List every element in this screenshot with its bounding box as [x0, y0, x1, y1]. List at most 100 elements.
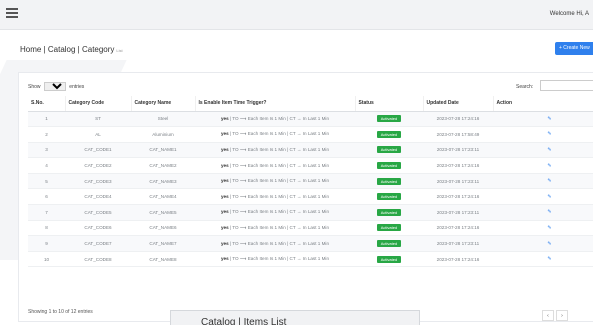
cell-trigger: yes | TO ⟶ Each Item Is 1 Min | CT → In …	[195, 188, 355, 206]
entries-select[interactable]: 10	[43, 82, 66, 91]
cell-status: Activated	[355, 126, 423, 143]
trigger-detail: | TO ⟶ Each Item Is 1 Min | CT → In Last…	[228, 146, 330, 152]
cell-status: Activated	[355, 235, 423, 252]
edit-icon[interactable]: ✎	[547, 116, 551, 122]
trigger-yes: yes	[220, 193, 229, 199]
welcome-text: Welcome Hi, A	[549, 11, 589, 17]
show-prefix: Show	[28, 84, 41, 90]
category-table: S.No. Category Code Category Name Is Ena…	[28, 96, 593, 268]
header-status[interactable]: Status	[355, 96, 424, 112]
header-sno[interactable]: S.No.	[28, 96, 66, 112]
table-row: 8 CAT_CODE6 CAT_NAME6 yes | TO ⟶ Each It…	[28, 220, 593, 237]
show-suffix: entries	[69, 84, 85, 90]
status-badge: Activated	[376, 162, 402, 170]
cell-trigger: yes | TO ⟶ Each Item Is 1 Min | CT → In …	[195, 157, 355, 174]
pagination: ‹ ›	[540, 304, 568, 322]
cell-sno: 4	[28, 157, 65, 174]
cell-action: ✎	[493, 142, 593, 159]
cell-date: 2023-07-28 17:24:16	[423, 251, 493, 268]
cell-action: ✎	[493, 188, 593, 206]
cell-sno: 5	[28, 173, 65, 190]
cell-sno: 3	[28, 142, 65, 159]
edit-icon[interactable]: ✎	[547, 256, 551, 262]
cell-status: Activated	[355, 142, 423, 159]
search-input[interactable]	[540, 80, 593, 91]
hamburger-menu-icon[interactable]	[6, 8, 18, 18]
cell-trigger: yes | TO ⟶ Each Item Is 1 Min | CT → In …	[195, 204, 355, 221]
status-badge: Activated	[376, 224, 402, 232]
cell-sno: 10	[28, 251, 65, 268]
cell-status: Activated	[355, 251, 423, 268]
cell-code: CAT_CODE6	[65, 220, 131, 237]
entries-info: Showing 1 to 10 of 12 entries	[28, 309, 93, 315]
table-row: 7 CAT_CODE5 CAT_NAME5 yes | TO ⟶ Each It…	[28, 204, 593, 221]
trigger-yes: yes	[220, 209, 229, 215]
header-action[interactable]: Action	[493, 96, 593, 112]
cell-name: CAT_NAME2	[131, 157, 195, 174]
edit-icon[interactable]: ✎	[547, 147, 551, 153]
next-page-button[interactable]: ›	[556, 310, 568, 321]
cell-trigger: yes | TO ⟶ Each Item Is 1 Min | CT → In …	[195, 235, 355, 252]
cell-action: ✎	[493, 111, 593, 128]
cell-status: Activated	[355, 173, 423, 190]
table-row: 9 CAT_CODE7 CAT_NAME7 yes | TO ⟶ Each It…	[28, 235, 593, 252]
create-new-button[interactable]: + Create New	[555, 42, 593, 55]
show-entries: Show 10 entries	[28, 82, 84, 91]
edit-icon[interactable]: ✎	[547, 194, 551, 200]
cell-trigger: yes | TO ⟶ Each Item Is 1 Min | CT → In …	[195, 111, 355, 128]
cell-date: 2023-07-28 17:24:16	[423, 220, 493, 237]
cell-date: 2023-07-28 17:23:11	[423, 235, 493, 252]
cell-action: ✎	[493, 251, 593, 268]
status-badge: Activated	[376, 130, 402, 138]
cell-trigger: yes | TO ⟶ Each Item Is 1 Min | CT → In …	[195, 142, 355, 159]
cell-name: CAT_NAME5	[131, 204, 195, 221]
edit-icon[interactable]: ✎	[547, 178, 551, 184]
cell-date: 2023-07-28 17:23:11	[423, 173, 493, 190]
prev-page-button[interactable]: ‹	[542, 310, 554, 321]
trigger-yes: yes	[220, 131, 229, 137]
status-badge: Activated	[376, 146, 402, 154]
cell-code: CAT_CODE3	[65, 173, 131, 190]
table-row: 6 CAT_CODE4 CAT_NAME4 yes | TO ⟶ Each It…	[28, 188, 593, 206]
cell-trigger: yes | TO ⟶ Each Item Is 1 Min | CT → In …	[195, 220, 355, 237]
cell-code: CAT_CODE4	[65, 188, 131, 206]
cell-code: CAT_CODE2	[65, 157, 131, 174]
trigger-yes: yes	[220, 240, 229, 246]
edit-icon[interactable]: ✎	[547, 131, 551, 137]
trigger-detail: | TO ⟶ Each Item Is 1 Min | CT → In Last…	[228, 178, 330, 184]
cell-name: CAT_NAME3	[131, 173, 195, 190]
trigger-yes: yes	[220, 115, 229, 121]
header-time-trigger[interactable]: Is Enable Item Time Trigger?	[195, 96, 356, 112]
header-updated-date[interactable]: Updated Date	[423, 96, 494, 112]
cell-trigger: yes | TO ⟶ Each Item Is 1 Min | CT → In …	[195, 126, 355, 143]
cell-action: ✎	[493, 173, 593, 190]
cell-name: CAT_NAME6	[131, 220, 195, 237]
edit-icon[interactable]: ✎	[547, 209, 551, 215]
cell-sno: 9	[28, 235, 65, 252]
header-category-code[interactable]: Category Code	[65, 96, 132, 112]
edit-icon[interactable]: ✎	[547, 241, 551, 247]
trigger-yes: yes	[220, 224, 229, 230]
cell-trigger: yes | TO ⟶ Each Item Is 1 Min | CT → In …	[195, 173, 355, 190]
cell-code: CAT_CODE1	[65, 142, 131, 159]
header-category-name[interactable]: Category Name	[131, 96, 196, 112]
trigger-yes: yes	[220, 178, 229, 184]
trigger-detail: | TO ⟶ Each Item Is 1 Min | CT → In Last…	[228, 131, 330, 137]
edit-icon[interactable]: ✎	[547, 225, 551, 231]
status-badge: Activated	[376, 255, 402, 263]
cell-name: CAT_NAME7	[131, 235, 195, 252]
cell-name: CAT_NAME1	[131, 142, 195, 159]
status-badge: Activated	[376, 240, 402, 248]
cell-sno: 2	[28, 126, 65, 143]
status-badge: Activated	[376, 115, 402, 123]
cell-code: CAT_CODE7	[65, 235, 131, 252]
catalog-items-popup: Catalog | Items List	[170, 310, 420, 325]
cell-sno: 1	[28, 111, 65, 128]
cell-date: 2023-07-28 17:23:11	[423, 204, 493, 221]
edit-icon[interactable]: ✎	[547, 163, 551, 169]
cell-name: Aluminium	[131, 126, 195, 143]
table-row: 1 ST Steel yes | TO ⟶ Each Item Is 1 Min…	[28, 111, 593, 128]
trigger-detail: | TO ⟶ Each Item Is 1 Min | CT → In Last…	[228, 209, 330, 215]
cell-status: Activated	[355, 204, 423, 221]
cell-status: Activated	[355, 157, 423, 174]
